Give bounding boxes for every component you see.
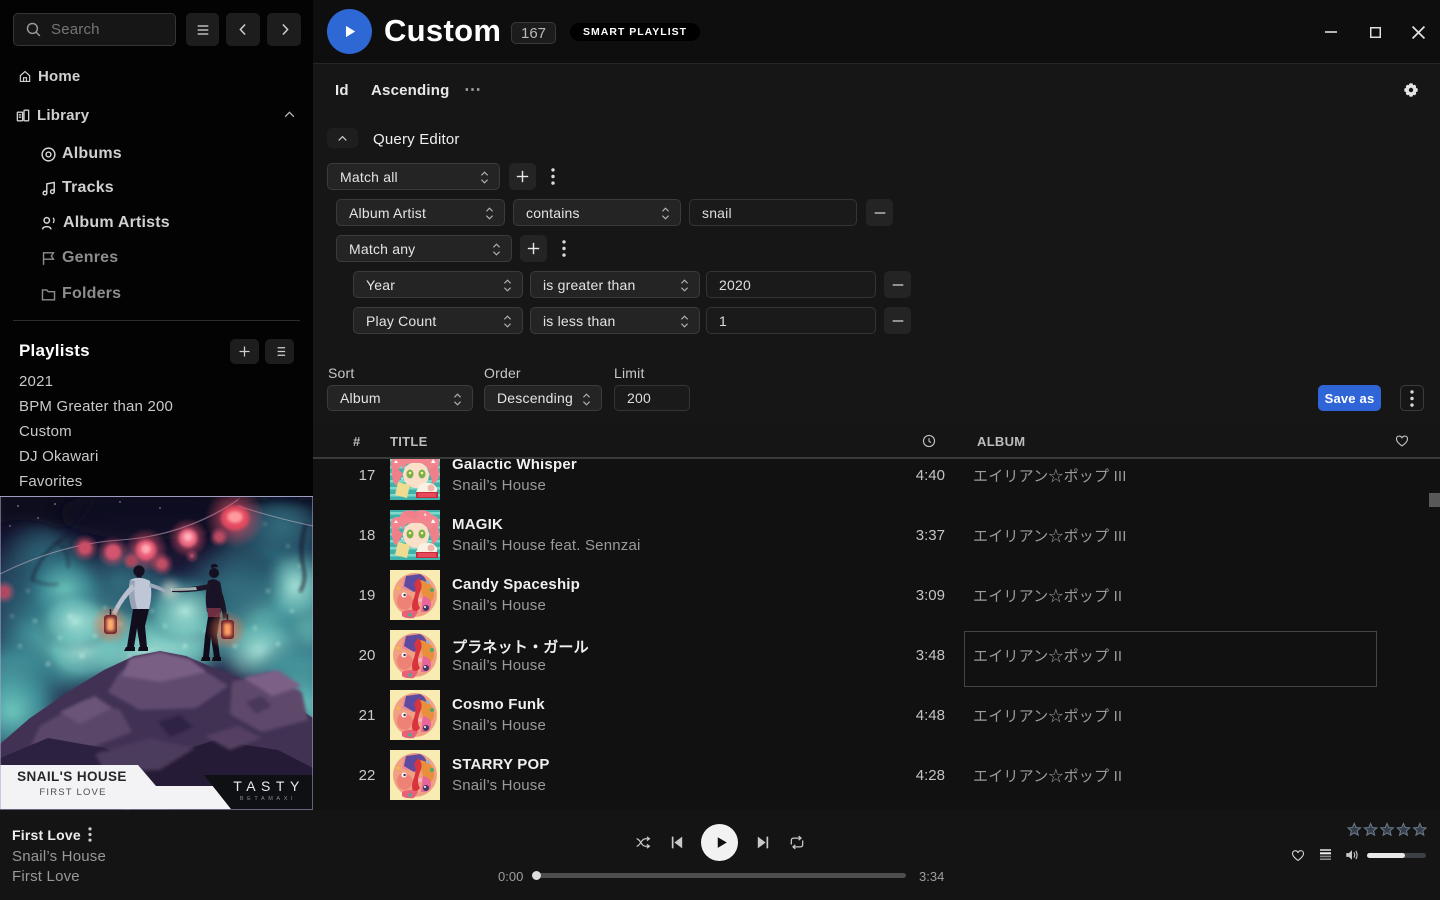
svg-text:TASTY: TASTY xyxy=(233,778,305,794)
svg-text:SNAIL'S HOUSE: SNAIL'S HOUSE xyxy=(17,769,127,784)
svg-text:FIRST LOVE: FIRST LOVE xyxy=(39,787,106,798)
svg-text:BETAMAXI: BETAMAXI xyxy=(240,796,296,802)
